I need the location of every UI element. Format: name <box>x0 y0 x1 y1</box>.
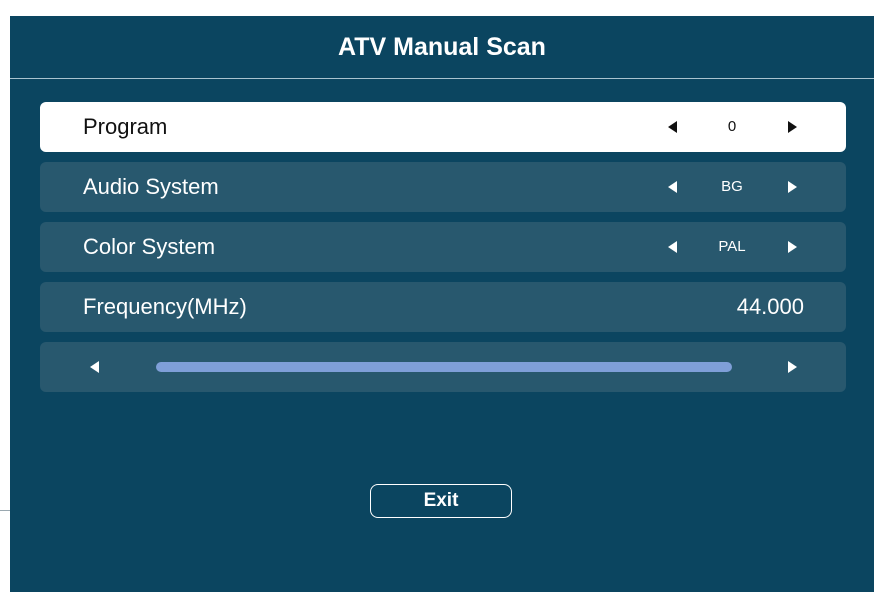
program-decrease-arrow-icon[interactable] <box>668 121 677 133</box>
color-system-decrease-arrow-icon[interactable] <box>668 241 677 253</box>
frequency-row[interactable]: Frequency(MHz) 44.000 <box>40 282 846 332</box>
audio-system-value: BG <box>721 178 743 195</box>
frequency-value: 44.000 <box>736 294 804 319</box>
program-value: 0 <box>727 118 737 135</box>
page-title: ATV Manual Scan <box>338 32 546 61</box>
slider-left-arrow-icon[interactable] <box>90 361 99 373</box>
frequency-label: Frequency(MHz) <box>83 294 247 319</box>
edge-line <box>0 510 10 511</box>
color-system-row[interactable]: Color System PAL <box>40 222 846 272</box>
audio-system-decrease-arrow-icon[interactable] <box>668 181 677 193</box>
title-divider <box>10 78 874 79</box>
color-system-value: PAL <box>718 238 746 255</box>
program-row[interactable]: Program 0 <box>40 102 846 152</box>
program-label: Program <box>83 114 168 139</box>
color-system-label: Color System <box>83 234 216 259</box>
color-system-increase-arrow-icon[interactable] <box>788 241 797 253</box>
audio-system-label: Audio System <box>83 174 219 199</box>
frequency-slider-track[interactable] <box>156 362 732 372</box>
audio-system-row[interactable]: Audio System BG <box>40 162 846 212</box>
slider-right-arrow-icon[interactable] <box>788 361 797 373</box>
exit-button[interactable]: Exit <box>370 484 512 518</box>
frequency-slider-row[interactable] <box>40 342 846 392</box>
audio-system-increase-arrow-icon[interactable] <box>788 181 797 193</box>
program-increase-arrow-icon[interactable] <box>788 121 797 133</box>
atv-manual-scan-panel: ATV Manual Scan Program 0 Audio System B… <box>10 16 874 592</box>
